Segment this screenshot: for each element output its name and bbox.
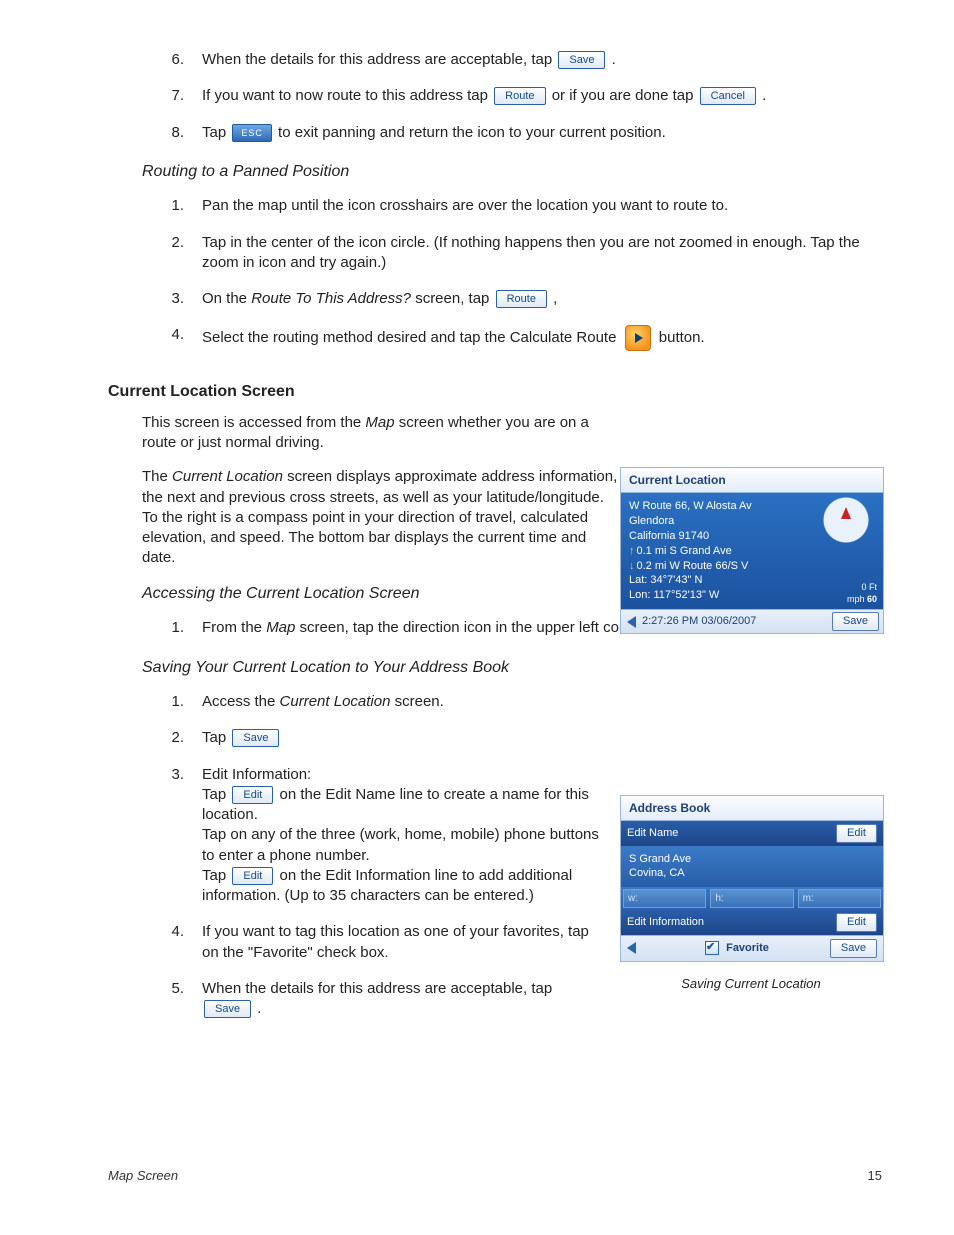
step-number: 1.: [156, 618, 202, 638]
step-text: screen, tap: [415, 290, 493, 307]
phone-work: w:: [623, 889, 706, 909]
step-text: or if you are done tap: [552, 87, 698, 104]
body-text-em: Current Location: [172, 468, 283, 485]
save-button-icon: Save: [558, 51, 605, 69]
figure-caption: Saving Current Location: [620, 975, 882, 993]
step-number: 3.: [156, 289, 202, 309]
step-text: button.: [659, 329, 705, 346]
step-text: to exit panning and return the icon to y…: [278, 124, 666, 141]
step-number: 3.: [156, 765, 202, 785]
step-text: screen, tap the direction icon in the up…: [300, 619, 649, 636]
figure-title: Current Location: [621, 468, 883, 493]
esc-button-icon: ESC: [232, 124, 272, 142]
elevation: 0 Ft: [815, 581, 877, 593]
address-line1: S Grand Ave: [629, 852, 875, 866]
calculate-route-icon: [625, 325, 651, 351]
step-number: 1.: [156, 196, 202, 216]
routing-steps: 1. Pan the map until the icon crosshairs…: [108, 196, 882, 351]
step-text: Edit Information:: [202, 765, 602, 785]
back-icon: [627, 616, 636, 628]
timestamp: 2:27:26 PM 03/06/2007: [642, 614, 756, 629]
save-button-icon: Save: [830, 939, 877, 958]
heading-routing-panned: Routing to a Panned Position: [142, 161, 882, 183]
edit-info-label: Edit Information: [627, 915, 704, 930]
step-text: Select the routing method desired and ta…: [202, 329, 621, 346]
step-text: Access the: [202, 693, 280, 710]
step-number: 2.: [156, 728, 202, 748]
cancel-button-icon: Cancel: [700, 87, 756, 105]
body-text: The: [142, 468, 172, 485]
speed-value: 60: [867, 594, 877, 604]
figure-title: Address Book: [621, 796, 883, 821]
heading-current-location: Current Location Screen: [108, 381, 882, 403]
step-text: Tap: [202, 124, 230, 141]
step-text: Tap: [202, 729, 230, 746]
step-text-em: Route To This Address?: [251, 290, 411, 307]
step-text: If you want to tag this location as one …: [202, 922, 602, 963]
route-button-icon: Route: [494, 87, 545, 105]
footer-section: Map Screen: [108, 1167, 178, 1185]
step-text: Tap in the center of the icon circle. (I…: [202, 233, 882, 274]
save-button-icon: Save: [232, 729, 279, 747]
edit-button-icon: Edit: [836, 824, 877, 843]
page-number: 15: [868, 1167, 882, 1185]
step-text: Pan the map until the icon crosshairs ar…: [202, 196, 882, 216]
address-line2: Covina, CA: [629, 866, 875, 880]
edit-name-label: Edit Name: [627, 826, 678, 841]
step-number: 6.: [156, 50, 202, 70]
step-number: 1.: [156, 692, 202, 712]
up-arrow-icon: ↑: [629, 545, 635, 557]
top-continued-steps: 6. When the details for this address are…: [108, 50, 882, 143]
down-arrow-icon: ↓: [629, 560, 635, 572]
prev-cross: 0.2 mi W Route 66/S V: [637, 560, 749, 572]
step-text: On the: [202, 290, 251, 307]
phone-home: h:: [710, 889, 793, 909]
save-button-icon: Save: [832, 612, 879, 631]
edit-button-icon: Edit: [232, 786, 273, 804]
step-text-em: Current Location: [280, 693, 391, 710]
body-text-em: Map: [365, 414, 394, 431]
speed-unit: mph: [847, 594, 865, 604]
route-button-icon: Route: [496, 290, 547, 308]
step-number: 2.: [156, 233, 202, 253]
edit-button-icon: Edit: [836, 913, 877, 932]
figure-address-book: Address Book Edit Name Edit S Grand Ave …: [620, 795, 884, 962]
step-number: 4.: [156, 922, 202, 942]
step-text: .: [762, 87, 766, 104]
back-icon: [627, 942, 636, 954]
step-text: When the details for this address are ac…: [202, 980, 552, 997]
step-text: If you want to now route to this address…: [202, 87, 492, 104]
compass-icon: [823, 497, 869, 543]
favorite-checkbox-icon: [705, 941, 719, 955]
step-number: 8.: [156, 123, 202, 143]
phone-mobile: m:: [798, 889, 881, 909]
step-number: 4.: [156, 325, 202, 345]
step-number: 5.: [156, 979, 202, 999]
step-text: When the details for this address are ac…: [202, 51, 556, 68]
favorite-label: Favorite: [726, 942, 769, 954]
next-cross: 0.1 mi S Grand Ave: [637, 545, 732, 557]
step-text: Tap: [202, 867, 230, 884]
edit-button-icon: Edit: [232, 867, 273, 885]
step-text: .: [612, 51, 616, 68]
step-text: ,: [553, 290, 557, 307]
heading-saving-current: Saving Your Current Location to Your Add…: [142, 657, 882, 679]
figure-current-location: Current Location W Route 66, W Alosta Av…: [620, 467, 884, 634]
step-text: Tap: [202, 786, 230, 803]
save-button-icon: Save: [204, 1000, 251, 1018]
step-text-em: Map: [266, 619, 295, 636]
step-number: 7.: [156, 86, 202, 106]
body-text: This screen is accessed from the: [142, 414, 365, 431]
step-text: From the: [202, 619, 266, 636]
step-text: Tap on any of the three (work, home, mob…: [202, 825, 602, 866]
step-text: screen.: [395, 693, 444, 710]
step-text: .: [257, 1000, 261, 1017]
